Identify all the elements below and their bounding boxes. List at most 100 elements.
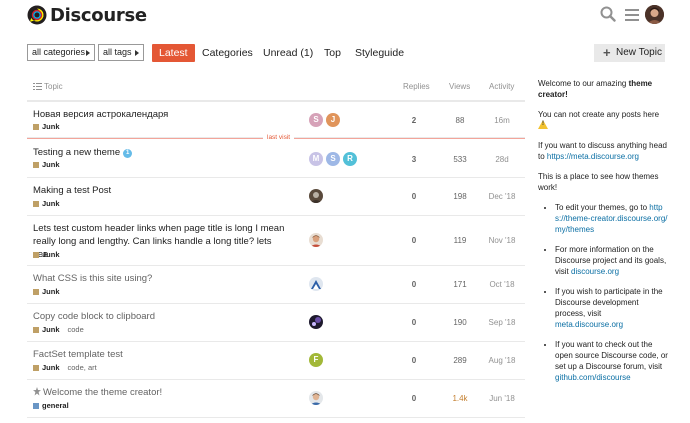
- topic-title-link[interactable]: Making a test Post: [33, 184, 293, 197]
- category-name: Junk: [42, 363, 60, 372]
- topic-title-link[interactable]: Новая версия астрокалендаря: [33, 108, 293, 121]
- tab-unread[interactable]: Unread (1): [263, 44, 313, 62]
- avatar[interactable]: [309, 315, 323, 329]
- table-row[interactable]: Lets test custom header links when page …: [27, 216, 525, 266]
- list-icon: [33, 82, 42, 90]
- site-logo[interactable]: Discourse: [27, 4, 147, 26]
- logo-text: Discourse: [50, 4, 147, 26]
- topic-title-link[interactable]: Lets test custom header links when page …: [33, 222, 288, 261]
- activity-time[interactable]: Jun '18: [482, 394, 522, 403]
- discuss-text: If you want to discuss anything head to …: [538, 140, 668, 162]
- table-row[interactable]: Новая версия астрокалендаря Junk S J 2 8…: [27, 102, 525, 138]
- reply-count[interactable]: 0: [407, 318, 421, 327]
- table-row[interactable]: Welcome the theme creator! general 0 1.4…: [27, 380, 525, 418]
- activity-time[interactable]: Dec '18: [482, 192, 522, 201]
- table-row[interactable]: FactSet template test Junk code, art F 0 …: [27, 342, 525, 380]
- reply-count[interactable]: 2: [407, 116, 421, 125]
- navigation-bar: all categories all tags Latest Categorie…: [27, 44, 665, 62]
- table-row[interactable]: Making a test Post Junk 0 198 Dec '18: [27, 178, 525, 216]
- category-badge[interactable]: Junk: [33, 199, 60, 208]
- tags-dropdown[interactable]: all tags: [98, 44, 144, 61]
- reply-count[interactable]: 0: [407, 280, 421, 289]
- table-row[interactable]: What CSS is this site using? Junk 0 171 …: [27, 266, 525, 304]
- category-dropdown[interactable]: all categories: [27, 44, 95, 61]
- poster-avatars: [309, 277, 326, 291]
- user-avatar[interactable]: [645, 5, 664, 24]
- reply-count[interactable]: 0: [407, 394, 421, 403]
- topic-title-link[interactable]: Testing a new theme 1: [33, 146, 293, 159]
- category-color-square: [33, 200, 39, 207]
- search-icon[interactable]: [600, 6, 616, 27]
- avatar[interactable]: S: [326, 152, 340, 166]
- reply-count[interactable]: 3: [407, 155, 421, 164]
- avatar[interactable]: [309, 233, 323, 247]
- github-link[interactable]: github.com/discourse: [555, 373, 631, 382]
- category-badge[interactable]: Junk: [33, 160, 60, 169]
- hamburger-menu-icon[interactable]: [625, 8, 639, 26]
- new-topic-label: New Topic: [616, 47, 662, 58]
- column-topic[interactable]: Topic: [33, 82, 63, 91]
- activity-time[interactable]: 16m: [482, 116, 522, 125]
- tab-categories[interactable]: Categories: [202, 44, 253, 62]
- column-replies[interactable]: Replies: [403, 82, 430, 91]
- activity-time[interactable]: 28d: [482, 155, 522, 164]
- topic-title-link[interactable]: FactSet template test: [33, 348, 293, 361]
- reply-count[interactable]: 0: [407, 356, 421, 365]
- topic-title-link[interactable]: Copy code block to clipboard: [33, 310, 293, 323]
- column-views[interactable]: Views: [449, 82, 470, 91]
- reply-count[interactable]: 0: [407, 192, 421, 201]
- list-item: If you wish to participate in the Discou…: [555, 286, 668, 330]
- activity-time[interactable]: Sep '18: [482, 318, 522, 327]
- avatar[interactable]: F: [309, 353, 323, 367]
- list-item: To edit your themes, go to https://theme…: [555, 202, 668, 235]
- category-badge[interactable]: Junk: [33, 287, 60, 296]
- activity-time[interactable]: Oct '18: [482, 280, 522, 289]
- topic-tags[interactable]: code: [68, 325, 84, 334]
- table-row[interactable]: Copy code block to clipboard Junk code 0 …: [27, 304, 525, 342]
- place-text: This is a place to see how themes work!: [538, 172, 659, 192]
- topic-tags[interactable]: code, art: [68, 363, 97, 372]
- avatar[interactable]: [309, 277, 323, 291]
- unread-count-badge[interactable]: 1: [123, 149, 133, 158]
- meta-discourse-link[interactable]: meta.discourse.org: [555, 320, 623, 329]
- category-badge[interactable]: Junk code, art: [33, 363, 97, 372]
- avatar[interactable]: S: [309, 113, 323, 127]
- category-badge[interactable]: Junk: [33, 122, 60, 131]
- category-color-square: [33, 288, 39, 295]
- activity-time[interactable]: Nov '18: [482, 236, 522, 245]
- discourse-org-link[interactable]: discourse.org: [571, 267, 619, 276]
- bullet-text: To edit your themes, go to: [555, 203, 650, 212]
- tab-top[interactable]: Top: [324, 44, 341, 62]
- activity-time[interactable]: Aug '18: [482, 356, 522, 365]
- avatar[interactable]: [309, 189, 323, 203]
- avatar[interactable]: R: [343, 152, 357, 166]
- avatar[interactable]: J: [326, 113, 340, 127]
- caret-right-icon: [135, 50, 139, 56]
- avatar[interactable]: [309, 391, 323, 405]
- poster-avatars: [309, 233, 326, 247]
- topic-title-link[interactable]: Welcome the theme creator!: [33, 386, 293, 399]
- tags-dropdown-label: all tags: [103, 47, 132, 57]
- site-header: Discourse: [0, 0, 690, 36]
- column-activity[interactable]: Activity: [489, 82, 514, 91]
- table-row[interactable]: Testing a new theme 1 Junk M S R 3 533 28…: [27, 138, 525, 178]
- category-name: Junk: [42, 160, 60, 169]
- category-name: Junk: [42, 199, 60, 208]
- caret-right-icon: [86, 50, 90, 56]
- reply-count[interactable]: 0: [407, 236, 421, 245]
- category-badge[interactable]: Junk: [33, 250, 60, 259]
- category-badge[interactable]: general: [33, 401, 69, 410]
- tab-latest[interactable]: Latest: [152, 44, 195, 62]
- view-count: 171: [453, 280, 467, 289]
- bullet-text: If you wish to participate in the Discou…: [555, 287, 663, 318]
- avatar[interactable]: M: [309, 152, 323, 166]
- tab-styleguide[interactable]: Styleguide: [355, 44, 404, 62]
- meta-link[interactable]: https://meta.discourse.org: [547, 152, 639, 161]
- poster-avatars: F: [309, 353, 326, 367]
- category-badge[interactable]: Junk code: [33, 325, 84, 334]
- sidebar-welcome: Welcome to our amazing theme creator! Yo…: [538, 78, 668, 392]
- topic-title-link[interactable]: What CSS is this site using?: [33, 272, 293, 285]
- poster-avatars: S J: [309, 113, 343, 127]
- new-topic-button[interactable]: + New Topic: [594, 44, 665, 62]
- category-color-square: [33, 326, 39, 333]
